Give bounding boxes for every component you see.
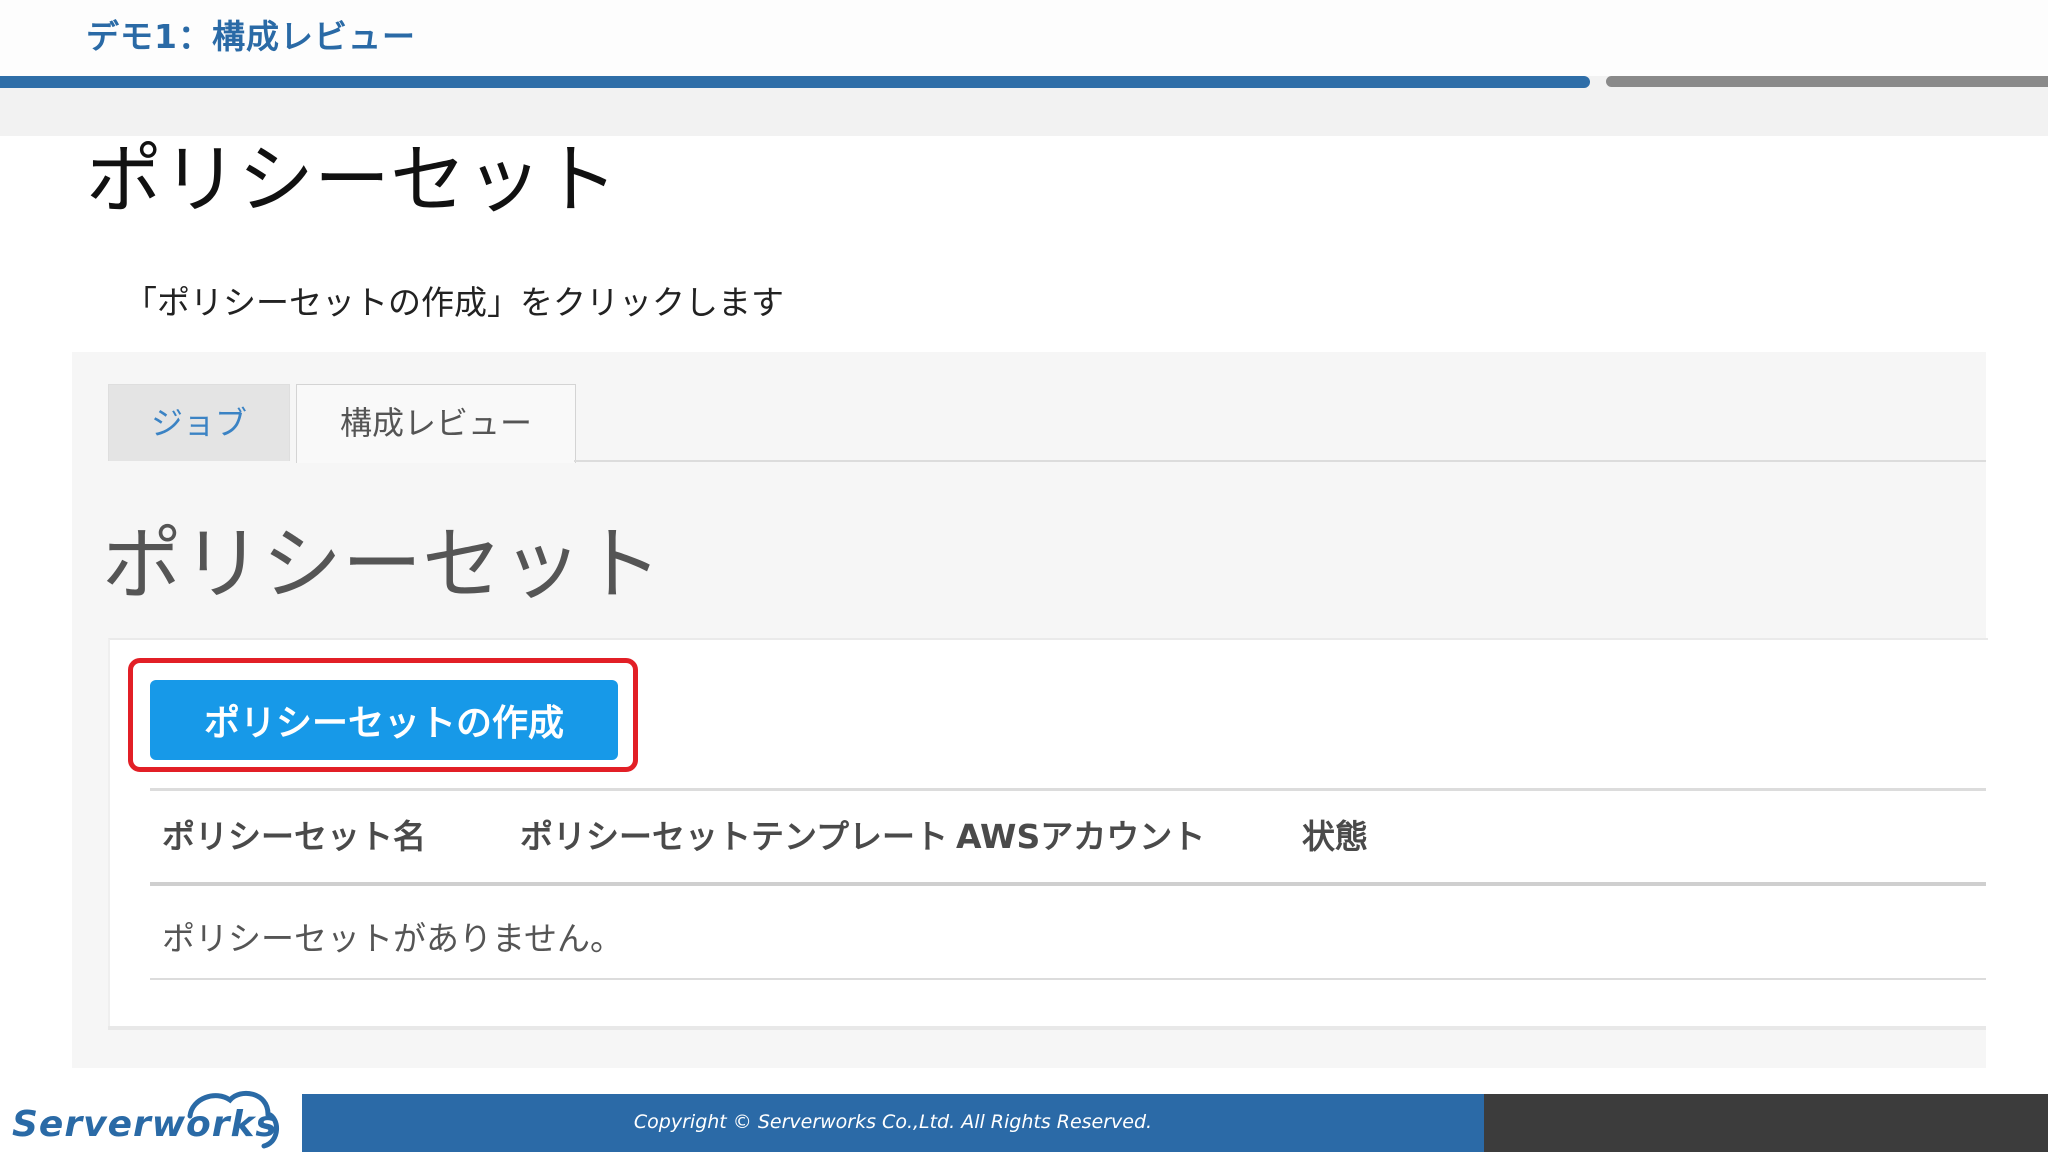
column-header-policy-set-name[interactable]: ポリシーセット名 xyxy=(162,810,426,858)
tab-jobs[interactable]: ジョブ xyxy=(108,384,290,461)
header-accent-bar xyxy=(0,76,1590,88)
logo-text: Serverworks xyxy=(12,1104,278,1145)
slide-section-title: デモ1：構成レビュー xyxy=(86,17,416,56)
empty-table-message: ポリシーセットがありません。 xyxy=(162,919,624,958)
create-policy-set-button[interactable]: ポリシーセットの作成 xyxy=(150,680,618,760)
policy-set-heading: ポリシーセット xyxy=(102,518,662,611)
column-header-status[interactable]: 状態 xyxy=(1302,810,1368,858)
column-header-aws-account[interactable]: AWSアカウント xyxy=(956,810,1205,858)
serverworks-logo: Serverworks xyxy=(12,1086,282,1152)
slide-instruction: 「ポリシーセットの作成」をクリックします xyxy=(124,283,784,322)
slide-title: ポリシーセット xyxy=(86,135,618,224)
footer-bar: Copyright © Serverworks Co.,Ltd. All Rig… xyxy=(302,1094,1484,1152)
header-gray-bar xyxy=(1606,76,2048,87)
panel-bottom-edge xyxy=(108,1026,1986,1030)
copyright-text: Copyright © Serverworks Co.,Ltd. All Rig… xyxy=(633,1111,1153,1133)
footer-dark-bar xyxy=(1484,1094,2048,1152)
slide-header: デモ1：構成レビュー xyxy=(0,0,2048,136)
tab-divider xyxy=(574,460,1986,462)
tab-config-review[interactable]: 構成レビュー xyxy=(296,384,576,463)
table-bottom-border xyxy=(150,978,1986,980)
column-header-policy-set-template[interactable]: ポリシーセットテンプレート xyxy=(520,810,948,858)
console-screenshot: ジョブ 構成レビュー ポリシーセット ポリシーセットの作成 ポリシーセット名 ポ… xyxy=(72,352,1988,1068)
table-header-border xyxy=(150,882,1986,886)
table-top-border xyxy=(150,788,1986,791)
